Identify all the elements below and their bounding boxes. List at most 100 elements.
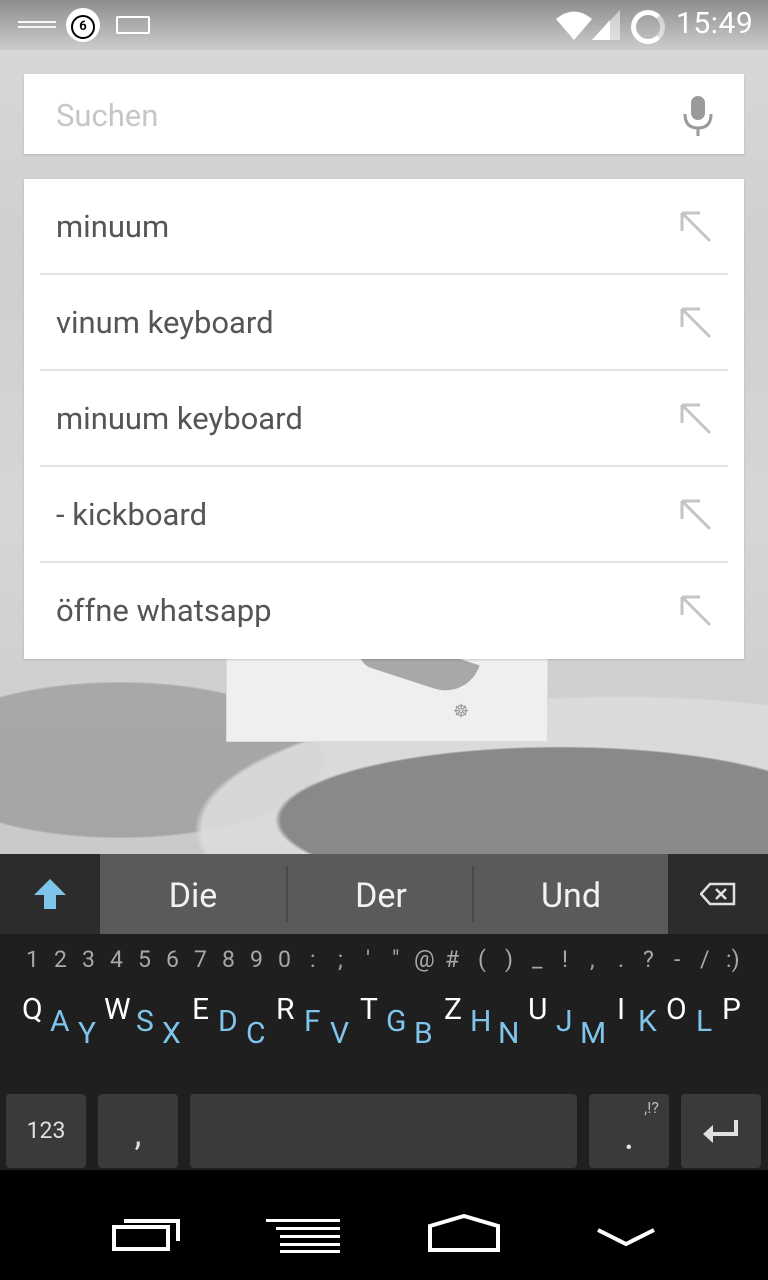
symbol-key[interactable]: 6 [166,946,179,973]
notification-lines-icon [18,18,56,32]
letter-key[interactable]: K [638,1004,657,1039]
status-bar: 6 15:49 [0,0,768,50]
keyboard: Die Der Und 1 2 3 4 5 6 7 8 9 0 : ; ' " … [0,854,768,1170]
microphone-icon[interactable] [678,92,718,142]
symbol-key[interactable]: - [674,946,680,973]
clock: 15:49 [676,6,754,41]
word-suggestion-bar: Die Der Und [100,854,668,934]
symbol-key[interactable]: : [310,946,316,973]
letter-key[interactable]: N [498,1016,519,1051]
suggestion-text: - kickboard [56,496,208,533]
search-input[interactable] [54,94,658,136]
symbol-key[interactable]: :) [726,946,740,973]
letter-key[interactable]: G [386,1004,406,1039]
numbers-key[interactable]: 123 [6,1094,86,1168]
letter-key[interactable]: X [162,1016,181,1051]
symbol-key[interactable]: " [392,946,399,973]
fill-query-arrow-icon[interactable] [678,401,714,437]
symbol-key[interactable]: # [445,946,459,973]
period-key[interactable]: ,!? . [589,1094,669,1168]
letter-key[interactable]: W [104,992,131,1027]
symbol-key[interactable]: 2 [54,946,67,973]
comma-key[interactable]: , [98,1094,178,1168]
fill-query-arrow-icon[interactable] [678,305,714,341]
suggestion-text: öffne whatsapp [56,592,272,629]
fill-query-arrow-icon[interactable] [678,497,714,533]
letter-key[interactable]: C [246,1016,266,1051]
word-suggestion[interactable]: Der [288,854,474,934]
letter-row[interactable]: Q A Y W S X E D C R F V T G B Z H N U J … [0,992,768,1052]
symbol-key[interactable]: 3 [82,946,95,973]
symbol-key[interactable]: @ [414,946,435,973]
symbol-key[interactable]: 1 [26,946,39,973]
symbol-key[interactable]: 0 [278,946,291,973]
suggestion-item[interactable]: - kickboard [40,467,728,563]
suggestion-item[interactable]: vinum keyboard [40,275,728,371]
letter-key[interactable]: J [556,1004,573,1039]
enter-key[interactable] [681,1094,761,1168]
symbol-key[interactable]: 5 [138,946,151,973]
symbol-key[interactable]: ; [338,946,343,973]
letter-key[interactable]: Q [22,992,43,1027]
letter-key[interactable]: Y [78,1016,96,1051]
symbol-key[interactable]: 7 [194,946,207,973]
letter-key[interactable]: M [580,1016,606,1051]
letter-key[interactable]: H [470,1004,491,1039]
chat-bubble-icon: 6 [66,8,100,42]
suggestion-text: vinum keyboard [56,304,274,341]
letter-key[interactable]: L [696,1004,712,1039]
letter-key[interactable]: R [276,992,295,1027]
recent-apps-icon[interactable] [110,1217,182,1253]
letter-key[interactable]: O [666,992,687,1027]
shift-arrow-icon [34,879,66,909]
signal-icon [592,10,620,40]
fill-query-arrow-icon[interactable] [678,209,714,245]
symbol-key[interactable]: / [700,946,710,973]
letter-key[interactable]: B [414,1016,433,1051]
space-key[interactable] [190,1094,577,1168]
backspace-key[interactable] [668,854,768,934]
symbol-key[interactable]: 8 [222,946,235,973]
word-suggestion[interactable]: Und [474,854,668,934]
symbol-key[interactable]: _ [532,946,542,973]
backspace-icon [700,882,736,906]
letter-key[interactable]: D [218,1004,238,1039]
suggestion-item[interactable]: minuum [40,179,728,275]
letter-key[interactable]: Z [444,992,462,1027]
letter-key[interactable]: U [528,992,547,1027]
menu-icon[interactable] [266,1217,342,1253]
navigation-bar [0,1170,768,1280]
symbol-key[interactable]: , [590,946,595,973]
keyboard-suggestion-strip: Die Der Und [0,854,768,934]
letter-key[interactable]: I [617,992,625,1027]
letter-key[interactable]: V [330,1016,349,1051]
suggestion-item[interactable]: minuum keyboard [40,371,728,467]
symbol-key[interactable]: 4 [110,946,123,973]
symbol-key[interactable]: . [618,946,624,973]
search-box[interactable] [24,74,744,154]
letter-key[interactable]: S [136,1004,154,1039]
symbol-row[interactable]: 1 2 3 4 5 6 7 8 9 0 : ; ' " @ # ( ) _ ! … [0,946,768,986]
letter-key[interactable]: A [50,1004,70,1039]
shift-key[interactable] [0,854,100,934]
suggestion-text: minuum [56,208,170,245]
letter-key[interactable]: F [304,1004,321,1039]
symbol-key[interactable]: ? [643,946,654,973]
enter-icon [703,1120,738,1143]
symbol-key[interactable]: ! [562,946,568,973]
back-down-icon[interactable] [594,1226,658,1250]
letter-key[interactable]: T [360,992,378,1027]
word-suggestion[interactable]: Die [100,854,286,934]
symbol-key[interactable]: 9 [250,946,263,973]
symbol-key[interactable]: ) [505,946,513,973]
fill-query-arrow-icon[interactable] [678,593,714,629]
suggestion-item[interactable]: öffne whatsapp [40,563,728,659]
symbol-key[interactable]: ' [366,946,370,973]
letter-key[interactable]: P [722,992,741,1027]
notification-count: 6 [71,15,95,39]
home-icon[interactable] [426,1214,502,1254]
battery-icon [631,10,665,44]
letter-key[interactable]: E [192,992,209,1027]
symbol-key[interactable]: ( [478,946,486,973]
wifi-icon [556,11,592,40]
